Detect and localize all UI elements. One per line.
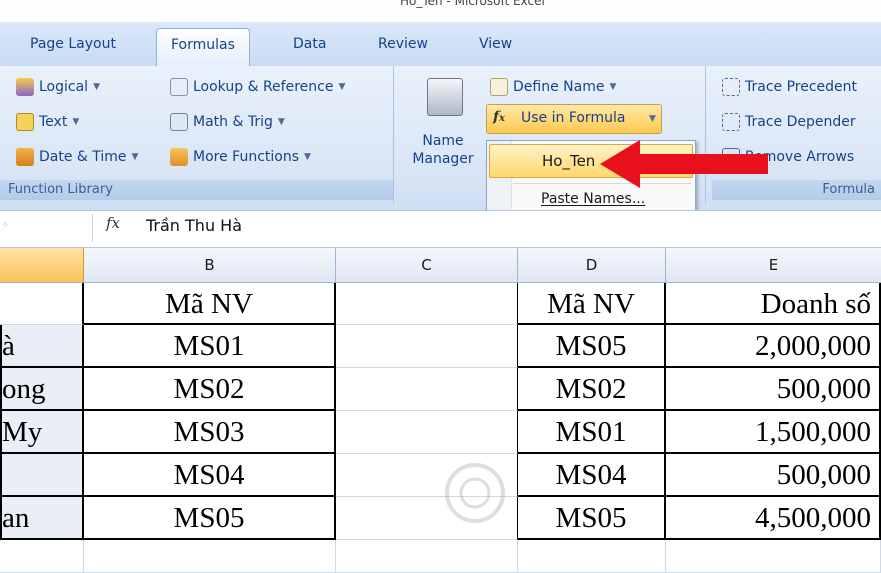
text-label: Text (39, 114, 68, 130)
cell-b3[interactable]: MS02 (84, 368, 336, 411)
cell-c1[interactable] (336, 283, 518, 325)
tab-view[interactable]: View (479, 36, 512, 52)
tab-formulas[interactable]: Formulas (156, 28, 250, 66)
chevron-down-icon: ▼ (304, 152, 311, 162)
chevron-down-icon: ▼ (93, 82, 100, 92)
cell-e3[interactable]: 500,000 (666, 368, 881, 411)
name-manager-icon (427, 78, 463, 116)
cell-a4[interactable]: My (0, 411, 84, 454)
cell-b2[interactable]: MS01 (84, 325, 336, 368)
function-library-group: Logical ▼ Text ▼ Date & Time ▼ Lookup & Ref… (0, 66, 394, 204)
cell-e4[interactable]: 1,500,000 (666, 411, 881, 454)
books-icon (170, 148, 188, 166)
text-icon (16, 113, 34, 131)
window-title: Ho_Ten - Microsoft Excel (400, 0, 545, 8)
cell-c7[interactable] (336, 540, 518, 573)
chevron-down-icon: ▼ (131, 152, 139, 162)
column-header-row: B C D E (0, 248, 881, 283)
cell-a5[interactable] (0, 454, 84, 497)
logical-button[interactable]: Logical ▼ (16, 78, 100, 96)
chevron-down-icon: ▼ (72, 117, 80, 127)
use-in-formula-button[interactable]: fx Use in Formula ▼ (486, 104, 662, 134)
ribbon: Logical ▼ Text ▼ Date & Time ▼ Lookup & Ref… (0, 66, 881, 210)
cell-b1[interactable]: Mã NV (84, 283, 336, 325)
more-functions-label: More Functions (193, 149, 299, 165)
trace-dependents-label: Trace Depender (745, 114, 856, 130)
chevron-down-icon: ▼ (649, 114, 656, 124)
tab-review[interactable]: Review (378, 36, 428, 52)
cell-d3[interactable]: MS02 (518, 368, 666, 411)
cell-d1[interactable]: Mã NV (518, 283, 666, 325)
cell-e2[interactable]: 2,000,000 (666, 325, 881, 368)
name-box-dropdown-icon[interactable]: ◦ (2, 218, 9, 232)
trace-precedents-button[interactable]: Trace Precedent (722, 78, 857, 96)
name-manager-button[interactable]: Name Manager (412, 74, 474, 180)
title-bar: Ho_Ten - Microsoft Excel (0, 0, 881, 22)
name-box[interactable] (0, 217, 80, 239)
magnifier-icon (170, 78, 188, 96)
lookup-reference-label: Lookup & Reference (193, 79, 334, 95)
define-name-button[interactable]: Define Name ▼ (490, 78, 616, 96)
name-manager-label-line2: Manager (412, 151, 474, 167)
define-name-icon (490, 78, 508, 96)
chevron-down-icon: ▼ (277, 117, 285, 127)
use-in-formula-label: Use in Formula (521, 110, 626, 126)
cell-b6[interactable]: MS05 (84, 497, 336, 540)
more-functions-button[interactable]: More Functions ▼ (170, 148, 311, 166)
watermark-logo-icon (445, 463, 505, 523)
red-arrow-icon (600, 140, 768, 188)
cell-a3[interactable]: ong (0, 368, 84, 411)
function-library-caption: Function Library (0, 180, 393, 200)
cell-a1[interactable] (0, 283, 84, 325)
cell-c4[interactable] (336, 411, 518, 454)
tab-data[interactable]: Data (293, 36, 326, 52)
define-name-label: Define Name (513, 79, 605, 95)
menu-item-paste-names[interactable]: Paste Names... (541, 191, 645, 207)
chevron-down-icon: ▼ (609, 82, 617, 92)
cell-a6[interactable]: an (0, 497, 84, 540)
cell-d2[interactable]: MS05 (518, 325, 666, 368)
insert-function-icon[interactable]: fx (106, 214, 120, 232)
cell-b4[interactable]: MS03 (84, 411, 336, 454)
cell-d4[interactable]: MS01 (518, 411, 666, 454)
text-button[interactable]: Text ▼ (16, 113, 79, 131)
calendar-icon (16, 148, 34, 166)
column-header-d[interactable]: D (518, 248, 666, 282)
lookup-reference-button[interactable]: Lookup & Reference ▼ (170, 78, 345, 96)
column-header-b[interactable]: B (84, 248, 336, 282)
column-header-a[interactable] (0, 248, 84, 282)
name-manager-label-line1: Name (422, 133, 464, 149)
column-header-e[interactable]: E (666, 248, 881, 282)
logical-icon (16, 78, 34, 96)
trace-dependents-button[interactable]: Trace Depender (722, 113, 856, 131)
date-time-button[interactable]: Date & Time ▼ (16, 148, 138, 166)
cell-c2[interactable] (336, 325, 518, 368)
math-trig-label: Math & Trig (193, 114, 273, 130)
theta-icon (170, 113, 188, 131)
cell-c3[interactable] (336, 368, 518, 411)
formula-bar: ◦ (0, 210, 881, 248)
math-trig-button[interactable]: Math & Trig ▼ (170, 113, 285, 131)
column-header-c[interactable]: C (336, 248, 518, 282)
cell-d7[interactable] (518, 540, 666, 573)
chevron-down-icon: ▼ (338, 82, 346, 92)
trace-precedents-label: Trace Precedent (745, 79, 858, 95)
formula-bar-divider (92, 214, 93, 242)
cell-b7[interactable] (84, 540, 336, 573)
menu-item-ho-ten-label: Ho_Ten (542, 152, 596, 170)
worksheet-grid: Mã NV Mã NV Doanh số à MS01 MS05 2,000,0… (0, 283, 881, 573)
cell-e1[interactable]: Doanh số (666, 283, 881, 325)
trace-precedents-icon (722, 78, 740, 96)
cell-b5[interactable]: MS04 (84, 454, 336, 497)
cell-a2[interactable]: à (0, 325, 84, 368)
cell-a7[interactable] (0, 540, 84, 573)
fx-icon: fx (493, 109, 505, 125)
tab-page-layout[interactable]: Page Layout (30, 36, 116, 52)
cell-e7[interactable] (666, 540, 881, 573)
logical-label: Logical (39, 79, 89, 95)
trace-dependents-icon (722, 113, 740, 131)
ribbon-tab-row: Page Layout Formulas Data Review View (0, 22, 881, 67)
formula-bar-value[interactable]: Trần Thu Hà (146, 216, 242, 235)
date-time-label: Date & Time (39, 149, 127, 165)
